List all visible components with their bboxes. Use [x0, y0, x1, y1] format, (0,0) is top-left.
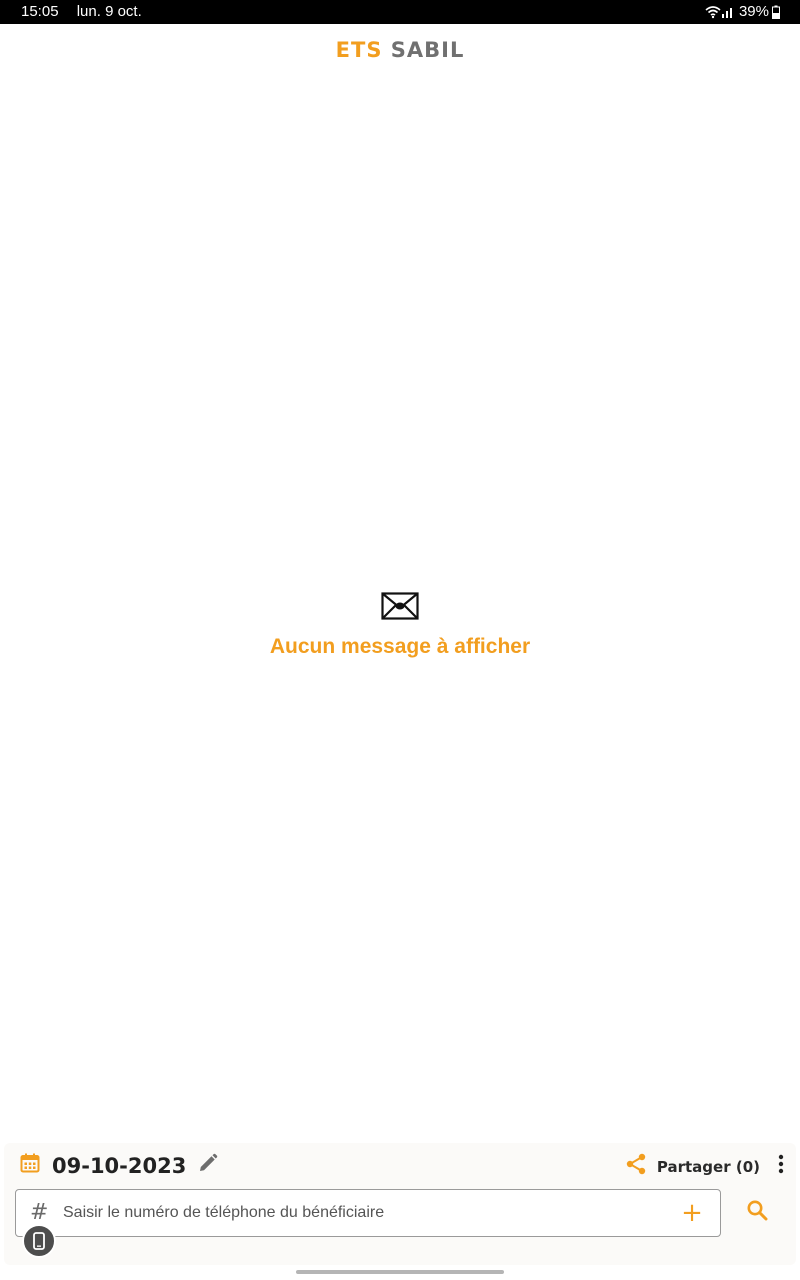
share-controls: Partager (0)	[625, 1153, 784, 1180]
more-options-icon[interactable]	[778, 1154, 784, 1179]
app-title: ETS SABIL	[0, 38, 800, 62]
app-title-part2: SABIL	[390, 38, 465, 62]
phone-input-container: # +	[15, 1189, 721, 1237]
status-time: 15:05	[21, 3, 59, 20]
phone-number-input[interactable]	[63, 1198, 673, 1228]
status-right: 39%	[705, 3, 780, 20]
empty-state: Aucun message à afficher	[0, 592, 800, 659]
status-date: lun. 9 oct.	[76, 3, 142, 20]
app-title-part1: ETS	[335, 38, 383, 62]
mail-icon	[381, 592, 419, 625]
calendar-icon[interactable]	[20, 1153, 40, 1178]
signal-icon	[721, 7, 732, 18]
share-button[interactable]: Partager (0)	[657, 1158, 760, 1176]
gesture-navigation-bar[interactable]	[296, 1270, 504, 1274]
wifi-icon	[705, 5, 721, 18]
device-badge[interactable]	[22, 1224, 56, 1258]
share-icon[interactable]	[625, 1153, 647, 1180]
bottom-panel: 09-10-2023 Partager (0) # Saisir le numé…	[4, 1143, 796, 1265]
pencil-icon[interactable]	[198, 1153, 218, 1178]
status-left: 15:05 lun. 9 oct.	[21, 3, 156, 20]
empty-message: Aucun message à afficher	[269, 635, 531, 658]
add-number-button[interactable]: +	[678, 1199, 706, 1227]
date-selector[interactable]: 09-10-2023	[20, 1153, 218, 1178]
status-bar: 15:05 lun. 9 oct. 39%	[0, 0, 800, 24]
battery-icon	[772, 5, 780, 19]
search-icon[interactable]	[744, 1197, 774, 1227]
battery-percent: 39%	[738, 3, 769, 20]
selected-date[interactable]: 09-10-2023	[52, 1154, 186, 1178]
phone-device-icon	[33, 1232, 45, 1250]
hash-icon: #	[30, 1200, 49, 1225]
